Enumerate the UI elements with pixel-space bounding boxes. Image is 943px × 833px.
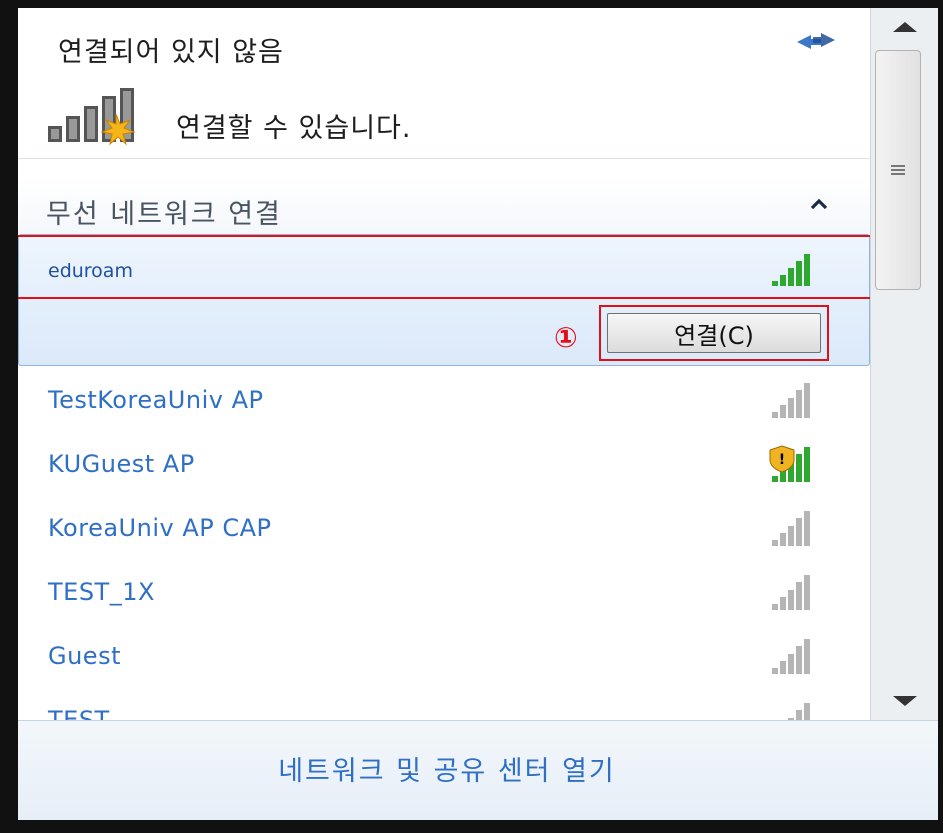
- selected-network-highlight: eduroam: [18, 235, 872, 299]
- open-network-sharing-center-link[interactable]: 네트워크 및 공유 센터 열기: [18, 749, 876, 788]
- network-list: TestKoreaUniv AP KUGuest AP ! KoreaUniv …: [18, 370, 870, 754]
- connect-button[interactable]: 연결(C): [607, 313, 821, 353]
- step-marker: ①: [554, 321, 578, 354]
- scroll-down-arrow-icon[interactable]: [871, 680, 938, 720]
- signal-strength-icon: [772, 383, 810, 418]
- available-connections-text: 연결할 수 있습니다.: [176, 113, 412, 144]
- network-item[interactable]: KoreaUniv AP CAP: [18, 498, 870, 562]
- wireless-section-header[interactable]: 무선 네트워크 연결: [18, 178, 870, 234]
- section-title: 무선 네트워크 연결: [46, 199, 282, 230]
- signal-strength-icon: [772, 639, 810, 674]
- network-item[interactable]: KUGuest AP !: [18, 434, 870, 498]
- scroll-thumb[interactable]: [875, 50, 921, 290]
- svg-text:!: !: [779, 452, 785, 468]
- divider: [18, 158, 870, 159]
- signal-strength-icon: [772, 511, 810, 546]
- signal-strength-icon: [772, 254, 810, 286]
- wireless-network-panel: 연결되어 있지 않음 연결할 수 있습니다. 무선 네트워크 연결 eduroa…: [18, 8, 938, 820]
- status-title: 연결되어 있지 않음: [58, 37, 284, 68]
- network-name: eduroam: [48, 260, 133, 282]
- network-name: Guest: [48, 642, 121, 670]
- connection-status-header: 연결되어 있지 않음 연결할 수 있습니다.: [18, 8, 870, 158]
- network-item[interactable]: TEST_1X: [18, 562, 870, 626]
- window-frame: 연결되어 있지 않음 연결할 수 있습니다. 무선 네트워크 연결 eduroa…: [0, 0, 943, 833]
- network-name: KUGuest AP: [48, 450, 195, 478]
- network-name: TEST_1X: [48, 578, 155, 606]
- footer: 네트워크 및 공유 센터 열기: [18, 720, 938, 820]
- selected-network-item[interactable]: eduroam ① 연결(C): [18, 234, 872, 366]
- signal-strength-icon: !: [769, 445, 810, 482]
- signal-strength-icon: [772, 575, 810, 610]
- scroll-grip-icon: [891, 165, 905, 175]
- network-name: TestKoreaUniv AP: [48, 386, 264, 414]
- network-available-icon: [48, 88, 136, 146]
- vertical-scrollbar[interactable]: [870, 8, 938, 720]
- available-connections-row: 연결할 수 있습니다.: [46, 86, 846, 146]
- scroll-up-arrow-icon[interactable]: [871, 8, 938, 48]
- connect-button-highlight: 연결(C): [599, 305, 829, 361]
- network-item[interactable]: Guest: [18, 626, 870, 690]
- connect-button-label: 연결(C): [674, 321, 754, 350]
- chevron-up-icon[interactable]: [808, 194, 830, 216]
- network-name: KoreaUniv AP CAP: [48, 514, 272, 542]
- network-item[interactable]: TestKoreaUniv AP: [18, 370, 870, 434]
- refresh-icon[interactable]: [791, 26, 841, 56]
